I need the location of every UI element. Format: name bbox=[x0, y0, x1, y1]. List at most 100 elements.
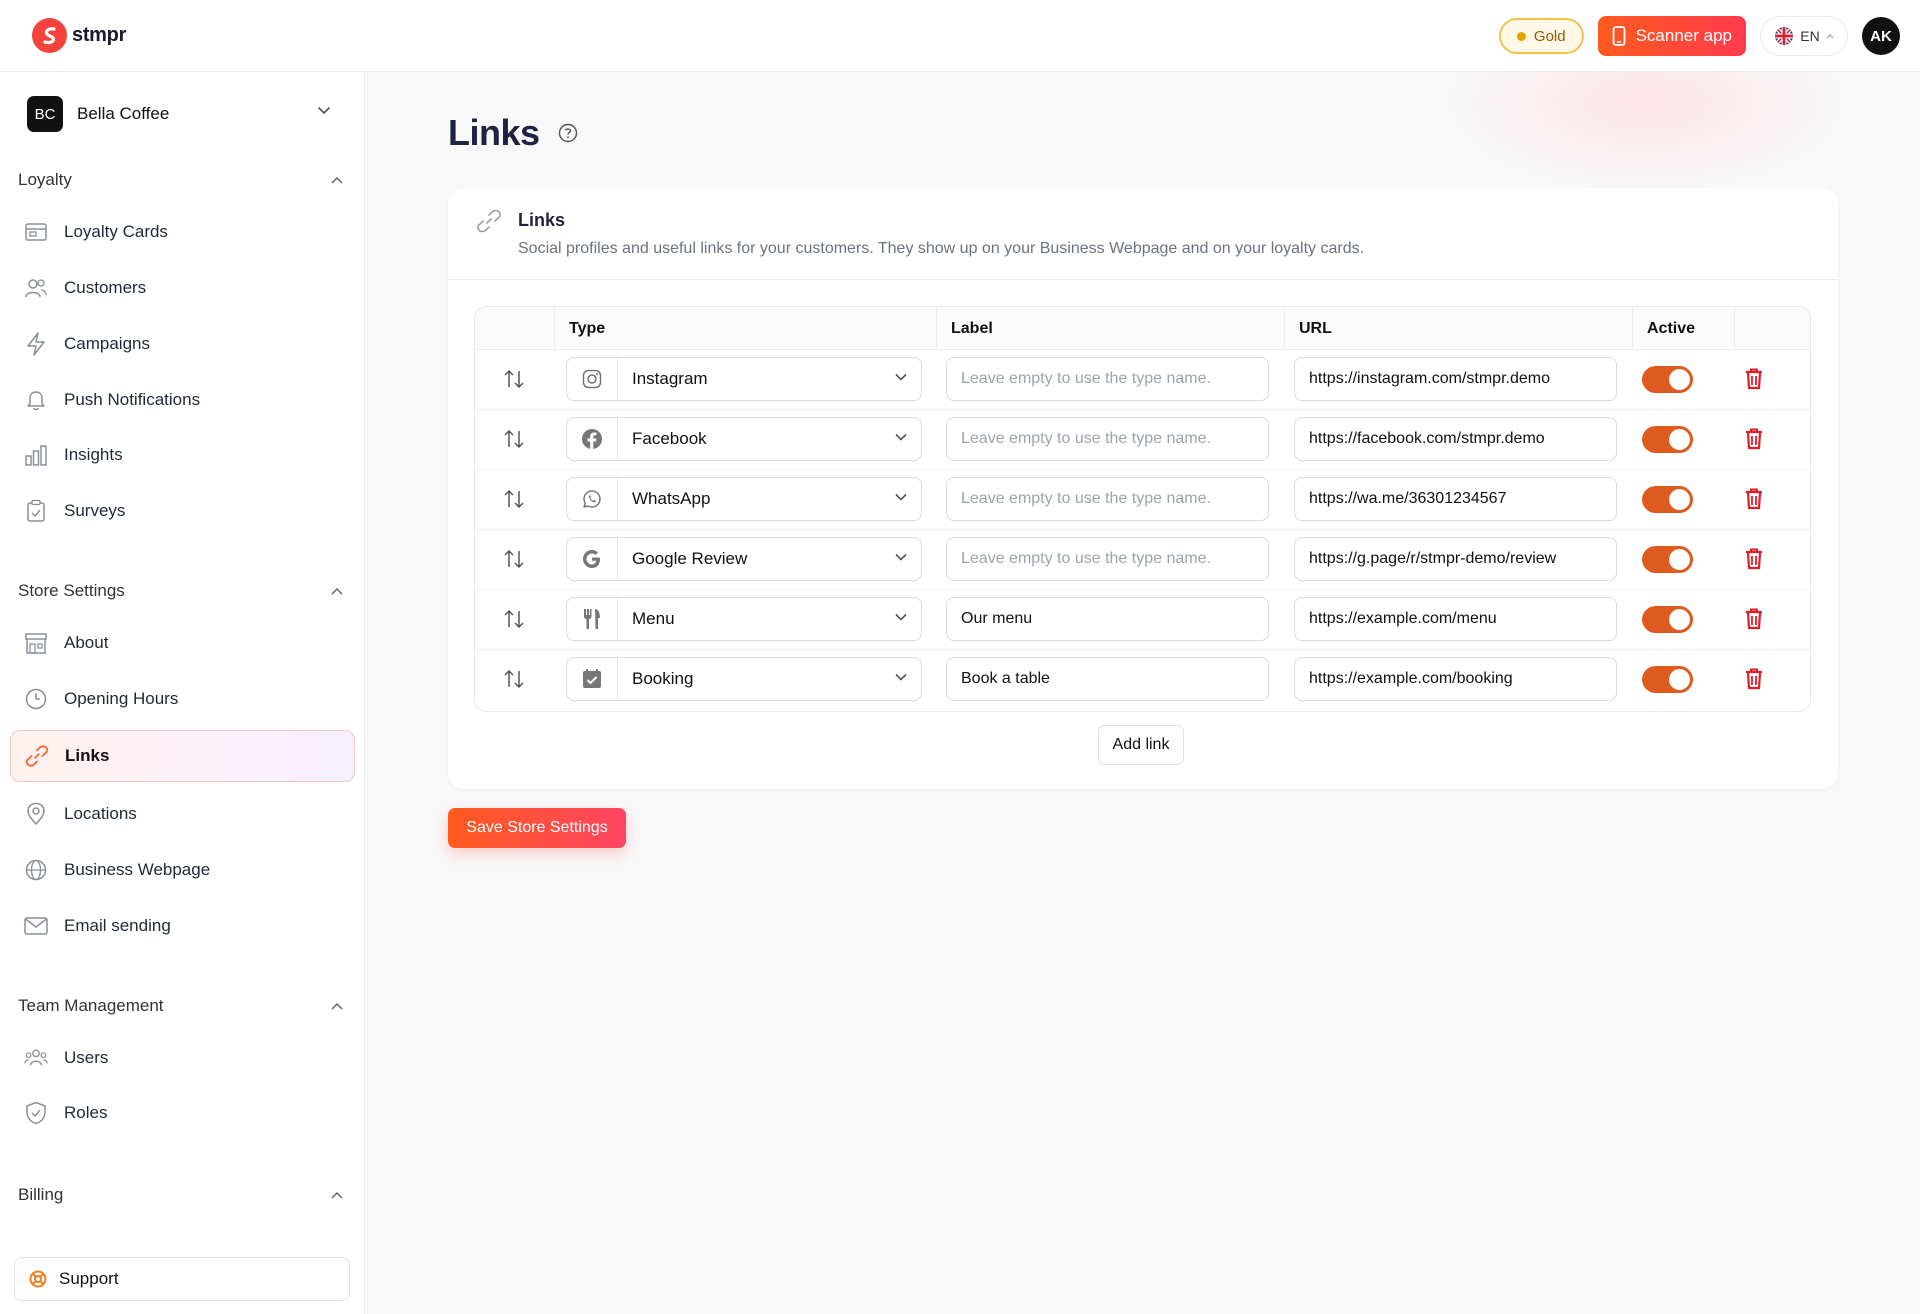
store-icon bbox=[24, 631, 48, 655]
chevron-down-icon bbox=[895, 553, 907, 561]
type-select[interactable]: WhatsApp bbox=[566, 477, 922, 521]
sidebar-item-about[interactable]: About bbox=[10, 617, 355, 669]
chevron-up-icon bbox=[1826, 33, 1834, 39]
type-value: Google Review bbox=[632, 549, 748, 568]
url-input[interactable] bbox=[1294, 417, 1617, 461]
plan-badge[interactable]: Gold bbox=[1498, 18, 1584, 54]
sidebar-item-label: Users bbox=[64, 1048, 109, 1067]
url-input[interactable] bbox=[1294, 477, 1617, 521]
chevron-up-icon bbox=[331, 176, 343, 184]
sidebar-item-loyalty-cards[interactable]: Loyalty Cards bbox=[10, 206, 355, 258]
drag-sort-icon[interactable] bbox=[503, 608, 525, 630]
active-toggle[interactable] bbox=[1642, 486, 1693, 513]
logo-icon bbox=[32, 18, 67, 53]
section-team-management[interactable]: Team Management bbox=[18, 994, 343, 1018]
active-toggle[interactable] bbox=[1642, 606, 1693, 633]
scanner-app-button[interactable]: Scanner app bbox=[1597, 16, 1746, 56]
link-icon bbox=[25, 744, 49, 768]
chevron-down-icon bbox=[895, 673, 907, 681]
trash-icon[interactable] bbox=[1745, 368, 1763, 390]
page-title: Links bbox=[448, 112, 540, 153]
label-input[interactable] bbox=[946, 537, 1269, 581]
section-billing[interactable]: Billing bbox=[18, 1183, 343, 1207]
trash-icon[interactable] bbox=[1745, 608, 1763, 630]
user-avatar[interactable]: AK bbox=[1862, 17, 1900, 55]
sidebar-item-label: Customers bbox=[64, 278, 147, 297]
store-switcher[interactable]: BC Bella Coffee bbox=[27, 94, 337, 134]
page-header: Links bbox=[448, 112, 578, 154]
links-card: Links Social profiles and useful links f… bbox=[448, 188, 1838, 789]
type-select[interactable]: Menu bbox=[566, 597, 922, 641]
add-link-button[interactable]: Add link bbox=[1098, 725, 1184, 765]
sidebar-item-label: Email sending bbox=[64, 916, 171, 935]
sidebar-item-campaigns[interactable]: Campaigns bbox=[10, 318, 355, 370]
facebook-icon bbox=[567, 418, 618, 460]
drag-sort-icon[interactable] bbox=[503, 548, 525, 570]
language-selector[interactable]: EN bbox=[1760, 16, 1848, 56]
type-select[interactable]: Facebook bbox=[566, 417, 922, 461]
sidebar-item-locations[interactable]: Locations bbox=[10, 788, 355, 840]
active-toggle[interactable] bbox=[1642, 546, 1693, 573]
sidebar-item-label: Locations bbox=[64, 804, 137, 823]
url-input[interactable] bbox=[1294, 357, 1617, 401]
section-store-settings[interactable]: Store Settings bbox=[18, 579, 343, 603]
active-toggle[interactable] bbox=[1642, 366, 1693, 393]
help-icon[interactable] bbox=[558, 123, 578, 143]
section-title: Store Settings bbox=[18, 581, 125, 600]
label-input[interactable] bbox=[946, 477, 1269, 521]
sidebar-item-links[interactable]: Links bbox=[10, 730, 355, 782]
trash-icon[interactable] bbox=[1745, 428, 1763, 450]
sidebar-item-surveys[interactable]: Surveys bbox=[10, 485, 355, 537]
label-input[interactable] bbox=[946, 357, 1269, 401]
section-title: Team Management bbox=[18, 996, 164, 1015]
support-button[interactable]: Support bbox=[14, 1257, 350, 1301]
label-input[interactable] bbox=[946, 597, 1269, 641]
sidebar-item-roles[interactable]: Roles bbox=[10, 1087, 355, 1139]
section-loyalty[interactable]: Loyalty bbox=[18, 168, 343, 192]
trash-icon[interactable] bbox=[1745, 488, 1763, 510]
sidebar-item-business-webpage[interactable]: Business Webpage bbox=[10, 844, 355, 896]
plan-dot-icon bbox=[1516, 31, 1526, 41]
type-select[interactable]: Booking bbox=[566, 657, 922, 701]
instagram-icon bbox=[567, 358, 618, 400]
active-toggle[interactable] bbox=[1642, 666, 1693, 693]
url-input[interactable] bbox=[1294, 597, 1617, 641]
sidebar-item-users[interactable]: Users bbox=[10, 1032, 355, 1084]
drag-sort-icon[interactable] bbox=[503, 428, 525, 450]
clock-icon bbox=[24, 687, 48, 711]
drag-sort-icon[interactable] bbox=[503, 488, 525, 510]
label-input[interactable] bbox=[946, 657, 1269, 701]
bell-icon bbox=[24, 388, 48, 412]
app-logo[interactable]: stmpr bbox=[32, 18, 126, 53]
clipboard-icon bbox=[24, 499, 48, 523]
sidebar-item-opening-hours[interactable]: Opening Hours bbox=[10, 673, 355, 725]
logo-text: stmpr bbox=[72, 24, 127, 46]
store-name: Bella Coffee bbox=[77, 104, 170, 123]
links-card-header: Links Social profiles and useful links f… bbox=[448, 188, 1838, 280]
link-icon bbox=[476, 208, 502, 234]
links-card-description: Social profiles and useful links for you… bbox=[518, 240, 1365, 257]
save-store-settings-button[interactable]: Save Store Settings bbox=[448, 808, 626, 848]
table-header: Type Label URL Active bbox=[475, 307, 1810, 350]
label-input[interactable] bbox=[946, 417, 1269, 461]
column-header-label: Label bbox=[936, 307, 1284, 350]
sidebar-item-customers[interactable]: Customers bbox=[10, 262, 355, 314]
envelope-icon bbox=[24, 914, 48, 938]
url-input[interactable] bbox=[1294, 657, 1617, 701]
plan-label: Gold bbox=[1533, 27, 1566, 45]
sidebar-item-insights[interactable]: Insights bbox=[10, 429, 355, 481]
type-select[interactable]: Google Review bbox=[566, 537, 922, 581]
active-toggle[interactable] bbox=[1642, 426, 1693, 453]
type-select[interactable]: Instagram bbox=[566, 357, 922, 401]
sidebar-item-push-notifications[interactable]: Push Notifications bbox=[10, 374, 355, 426]
trash-icon[interactable] bbox=[1745, 668, 1763, 690]
url-input[interactable] bbox=[1294, 537, 1617, 581]
drag-sort-icon[interactable] bbox=[503, 668, 525, 690]
language-label: EN bbox=[1800, 28, 1820, 44]
drag-sort-icon[interactable] bbox=[503, 368, 525, 390]
trash-icon[interactable] bbox=[1745, 548, 1763, 570]
google-icon bbox=[567, 538, 618, 580]
sidebar-item-email-sending[interactable]: Email sending bbox=[10, 900, 355, 952]
links-card-title: Links bbox=[518, 210, 566, 230]
store-initials-badge: BC bbox=[27, 96, 63, 132]
